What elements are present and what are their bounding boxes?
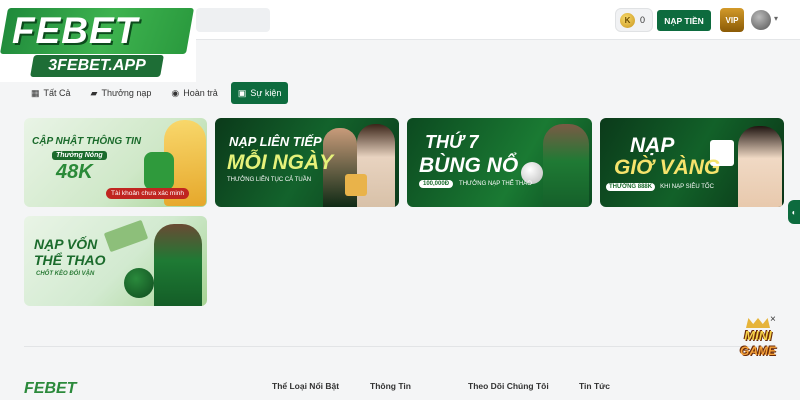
tab-all[interactable]: ▦ Tất Cả: [24, 82, 78, 104]
footer-logo[interactable]: FEBET: [24, 380, 76, 398]
cash-illustration: [103, 219, 149, 253]
promo-caption: KHI NẠP SIÊU TỐC: [660, 184, 714, 190]
grid-icon: ▦: [31, 87, 40, 98]
tab-events[interactable]: ▣ Sự kiện: [230, 82, 289, 104]
tab-deposit-bonus[interactable]: ▰ Thưởng nạp: [84, 82, 159, 104]
promo-title: NẠP LIÊN TIẾP: [229, 134, 322, 149]
player-illustration: [543, 124, 589, 207]
promo-card-golden-hour[interactable]: NẠP GIỜ VÀNG THƯỞNG 888K KHI NẠP SIÊU TỐ…: [600, 118, 784, 207]
crown-icon: [746, 318, 770, 328]
promo-subtitle: GIỜ VÀNG: [614, 156, 721, 179]
headset-icon: ◐: [791, 207, 797, 217]
mini-game-label: MINI: [744, 328, 772, 343]
brand-logo[interactable]: FEBET 3FEBET.APP: [0, 0, 196, 82]
promo-amount: 100,000Đ: [419, 180, 454, 188]
chevron-down-icon[interactable]: ▾: [774, 14, 778, 23]
wallet-icon: ▰: [90, 87, 98, 98]
promo-caption: THƯỞNG NẠP THỂ THAO: [459, 181, 532, 187]
footer-heading: Thông Tin: [370, 381, 411, 391]
support-tab[interactable]: ◐: [788, 200, 800, 224]
promo-card-saturday[interactable]: THỨ 7 BÙNG NỔ 100,000Đ THƯỞNG NẠP THỂ TH…: [407, 118, 592, 207]
coin-icon: K: [620, 12, 635, 28]
promo-card-daily-deposit[interactable]: NẠP LIÊN TIẾP MỖI NGÀY THƯỞNG LIÊN TỤC C…: [215, 118, 399, 207]
refund-icon: ◉: [171, 87, 180, 98]
promo-amount: 48K: [56, 161, 93, 183]
promo-title: THỨ 7: [425, 132, 479, 152]
vip-badge[interactable]: VIP: [720, 8, 744, 32]
promo-card-sports-capital[interactable]: NẠP VỐN THỂ THAO CHỐT KÈO ĐỔI VẬN: [24, 216, 207, 306]
promo-subtitle: MỖI NGÀY: [227, 151, 334, 174]
balance-value: 0: [640, 15, 646, 25]
promo-subtitle: BÙNG NỔ: [419, 154, 519, 177]
model-illustration: [738, 126, 782, 207]
avatar[interactable]: [751, 10, 771, 30]
footer-heading: Thể Loại Nổi Bật: [272, 381, 340, 391]
search-input[interactable]: [196, 8, 270, 32]
promo-tag: Thưởng Nóng: [52, 151, 107, 160]
tab-label: Thưởng nạp: [101, 88, 152, 98]
promo-tabs: ▦ Tất Cả ▰ Thưởng nạp ◉ Hoàn trả ▣ Sự ki…: [24, 82, 289, 104]
event-icon: ▣: [237, 87, 247, 98]
promo-amount: THƯỞNG 888K: [606, 183, 656, 191]
football-icon: [124, 268, 154, 298]
promo-caption: THƯỞNG LIÊN TỤC CẢ TUẦN: [227, 177, 312, 183]
tab-label: Sự kiện: [250, 88, 282, 98]
promo-note: Tài khoản chưa xác minh: [106, 188, 189, 199]
mini-game-label: GAME: [740, 344, 776, 358]
tab-refund[interactable]: ◉ Hoàn trả: [164, 82, 224, 104]
promo-card-update-info[interactable]: CẬP NHẬT THÔNG TIN Thưởng Nóng 48K Tài k…: [24, 118, 207, 207]
deposit-button[interactable]: NẠP TIỀN: [657, 10, 711, 31]
footer-heading: Theo Dõi Chúng Tôi: [468, 381, 549, 391]
promo-footer: THƯỞNG 888K KHI NẠP SIÊU TỐC: [606, 183, 714, 191]
player-illustration: [154, 224, 202, 306]
promo-subtitle: THỂ THAO: [34, 252, 106, 268]
balance-box[interactable]: K 0: [615, 8, 653, 32]
footer-divider: [24, 346, 776, 347]
tab-label: Tất Cả: [43, 88, 71, 98]
promo-footer: 100,000Đ THƯỞNG NẠP THỂ THAO: [419, 180, 532, 188]
logo-sub-text: 3FEBET.APP: [48, 57, 146, 74]
tab-label: Hoàn trả: [183, 88, 218, 98]
mini-game-button[interactable]: MINI GAME: [730, 318, 786, 364]
gift-illustration: [345, 174, 367, 196]
logo-main-text: FEBET: [12, 10, 139, 51]
money-bag-illustration: [144, 152, 174, 190]
promo-title: NẠP VỐN: [34, 236, 98, 252]
promo-title: NẠP: [630, 134, 675, 157]
promo-caption: CHỐT KÈO ĐỔI VẬN: [36, 271, 95, 277]
promo-title: CẬP NHẬT THÔNG TIN: [32, 136, 142, 147]
footer-heading: Tin Tức: [579, 381, 611, 391]
